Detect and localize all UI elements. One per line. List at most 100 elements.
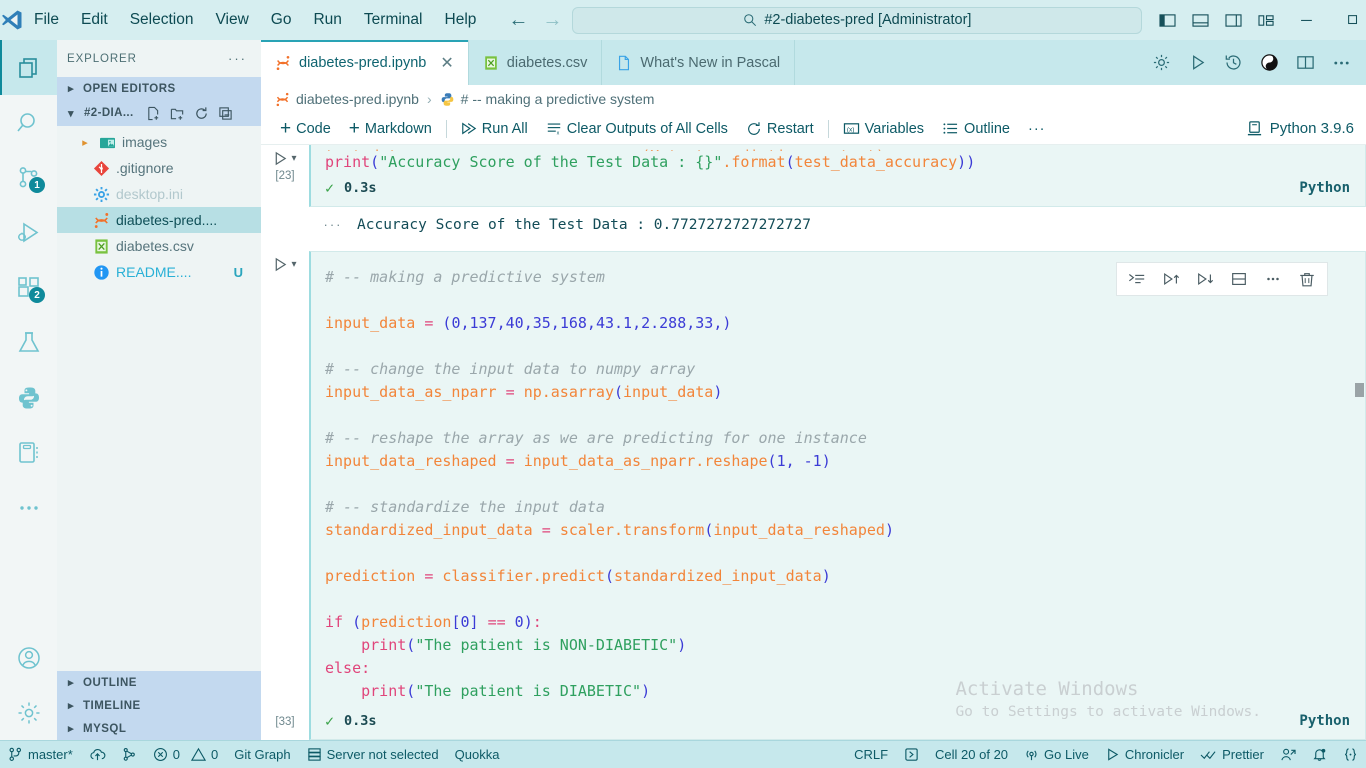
run-below-icon[interactable] xyxy=(1189,265,1221,293)
editor-scrollbar[interactable] xyxy=(1355,383,1364,397)
cell-language[interactable]: Python xyxy=(1299,710,1350,733)
activity-settings[interactable] xyxy=(0,685,57,740)
toggle-primary-sidebar-icon[interactable] xyxy=(1152,6,1182,34)
run-cell-button[interactable]: ▾ xyxy=(273,151,297,166)
activity-search[interactable] xyxy=(0,95,57,150)
tree-item-gitignore[interactable]: .gitignore xyxy=(57,155,261,181)
tree-item-desktop-ini[interactable]: desktop.ini xyxy=(57,181,261,207)
add-markdown-cell-button[interactable]: + Markdown xyxy=(340,116,441,142)
refresh-icon[interactable] xyxy=(194,106,209,121)
status-branch-sync[interactable] xyxy=(114,741,145,768)
menu-terminal[interactable]: Terminal xyxy=(354,7,433,33)
menu-run[interactable]: Run xyxy=(303,7,351,33)
section-open-editors[interactable]: ▸ OPEN EDITORS xyxy=(57,77,261,100)
status-git-graph[interactable]: Git Graph xyxy=(226,741,298,768)
menu-help[interactable]: Help xyxy=(435,7,487,33)
more-actions-icon[interactable] xyxy=(1326,48,1356,78)
history-icon[interactable] xyxy=(1218,48,1248,78)
customize-layout-icon[interactable] xyxy=(1251,6,1281,34)
activity-explorer[interactable] xyxy=(0,40,57,95)
run-icon[interactable] xyxy=(1182,48,1212,78)
close-icon[interactable]: ✕ xyxy=(440,53,453,73)
tree-item-readme[interactable]: README.... U xyxy=(57,259,261,285)
restart-kernel-button[interactable]: Restart xyxy=(737,116,823,142)
more-icon[interactable] xyxy=(1257,265,1289,293)
status-notifications[interactable] xyxy=(1304,741,1335,768)
collapse-all-icon[interactable] xyxy=(218,106,233,121)
tree-item-diabetes-csv[interactable]: diabetes.csv xyxy=(57,233,261,259)
activity-more-views[interactable] xyxy=(0,480,57,535)
minimize-button[interactable]: ─ xyxy=(1284,3,1328,37)
tree-item-diabetes-pred-ipynb[interactable]: diabetes-pred.... xyxy=(57,207,261,233)
new-folder-icon[interactable] xyxy=(170,106,185,121)
outline-button[interactable]: Outline xyxy=(933,116,1019,142)
clear-outputs-button[interactable]: x Clear Outputs of All Cells xyxy=(537,116,737,142)
kernel-picker[interactable]: Python 3.9.6 xyxy=(1246,120,1366,137)
menu-go[interactable]: Go xyxy=(261,7,302,33)
toolbar-more-button[interactable]: ··· xyxy=(1019,116,1055,142)
status-problems[interactable]: 0 0 xyxy=(145,741,226,768)
activity-run-debug[interactable] xyxy=(0,205,57,260)
notebook-canvas[interactable]: ▾ [23] test_data_accuracy = accuracy_sco… xyxy=(261,145,1366,740)
add-code-cell-button[interactable]: + Code xyxy=(271,116,340,142)
tree-item-images[interactable]: ▸ images xyxy=(57,129,261,155)
status-server[interactable]: Server not selected xyxy=(299,741,447,768)
variables-button[interactable]: (x) Variables xyxy=(834,116,933,142)
toggle-panel-icon[interactable] xyxy=(1185,6,1215,34)
run-all-button[interactable]: Run All xyxy=(452,116,537,142)
run-cell-button[interactable]: ▾ xyxy=(273,257,297,272)
status-quokka[interactable]: Quokka xyxy=(447,741,508,768)
tab-whats-new-in-pascal[interactable]: What's New in Pascal xyxy=(602,40,796,85)
activity-extensions[interactable]: 2 xyxy=(0,260,57,315)
tab-diabetes-pred-ipynb[interactable]: diabetes-pred.ipynb ✕ xyxy=(261,40,469,85)
explorer-more-icon[interactable]: ··· xyxy=(228,51,247,66)
code-editor[interactable]: test_data_accuracy = accuracy_score(X_te… xyxy=(309,145,1366,207)
tab-diabetes-csv[interactable]: diabetes.csv xyxy=(468,40,603,85)
chevron-down-icon[interactable]: ▾ xyxy=(291,259,296,270)
contrast-icon[interactable] xyxy=(1254,48,1284,78)
section-mysql[interactable]: ▸ MYSQL xyxy=(57,717,261,740)
chevron-down-icon[interactable]: ▾ xyxy=(291,153,296,164)
menu-file[interactable]: File xyxy=(24,7,69,33)
section-outline[interactable]: ▸ OUTLINE xyxy=(57,671,261,694)
status-remote[interactable] xyxy=(1272,741,1304,768)
activity-python[interactable] xyxy=(0,370,57,425)
run-above-icon[interactable] xyxy=(1155,265,1187,293)
activity-bar: 1 2 xyxy=(0,40,57,740)
command-center[interactable]: #2-diabetes-pred [Administrator] xyxy=(572,6,1143,34)
status-sync[interactable] xyxy=(81,741,114,768)
status-cell-position[interactable]: Cell 20 of 20 xyxy=(927,741,1016,768)
restore-button[interactable] xyxy=(1331,3,1366,37)
menu-selection[interactable]: Selection xyxy=(120,7,204,33)
status-go-live[interactable]: Go Live xyxy=(1016,741,1097,768)
breadcrumb-symbol[interactable]: # -- making a predictive system xyxy=(461,91,655,107)
go-back-icon[interactable]: ← xyxy=(508,10,528,30)
execute-cell-icon[interactable] xyxy=(1121,265,1153,293)
status-chronicler[interactable]: Chronicler xyxy=(1097,741,1192,768)
new-file-icon[interactable] xyxy=(146,106,161,121)
split-editor-icon[interactable] xyxy=(1290,48,1320,78)
activity-database[interactable] xyxy=(0,425,57,480)
go-forward-icon[interactable]: → xyxy=(542,10,562,30)
status-eol[interactable]: CRLF xyxy=(846,741,896,768)
toggle-secondary-sidebar-icon[interactable] xyxy=(1218,6,1248,34)
status-braces[interactable] xyxy=(1335,741,1366,768)
gear-icon[interactable] xyxy=(1146,48,1176,78)
cell-language[interactable]: Python xyxy=(1299,177,1350,200)
status-branch[interactable]: master* xyxy=(0,741,81,768)
section-folder[interactable]: ▾ #2-DIA... xyxy=(57,100,261,126)
section-timeline[interactable]: ▸ TIMELINE xyxy=(57,694,261,717)
status-terminal-toggle[interactable] xyxy=(896,741,927,768)
activity-testing[interactable] xyxy=(0,315,57,370)
code-editor[interactable]: # -- making a predictive system input_da… xyxy=(309,251,1366,740)
breadcrumb: diabetes-pred.ipynb › # -- making a pred… xyxy=(261,85,1366,113)
output-more-icon[interactable]: ··· xyxy=(309,217,357,233)
activity-source-control[interactable]: 1 xyxy=(0,150,57,205)
status-prettier[interactable]: Prettier xyxy=(1192,741,1272,768)
delete-cell-icon[interactable] xyxy=(1291,265,1323,293)
split-cell-icon[interactable] xyxy=(1223,265,1255,293)
menu-edit[interactable]: Edit xyxy=(71,7,118,33)
menu-view[interactable]: View xyxy=(205,7,258,33)
activity-accounts[interactable] xyxy=(0,630,57,685)
breadcrumb-file[interactable]: diabetes-pred.ipynb xyxy=(296,91,419,107)
